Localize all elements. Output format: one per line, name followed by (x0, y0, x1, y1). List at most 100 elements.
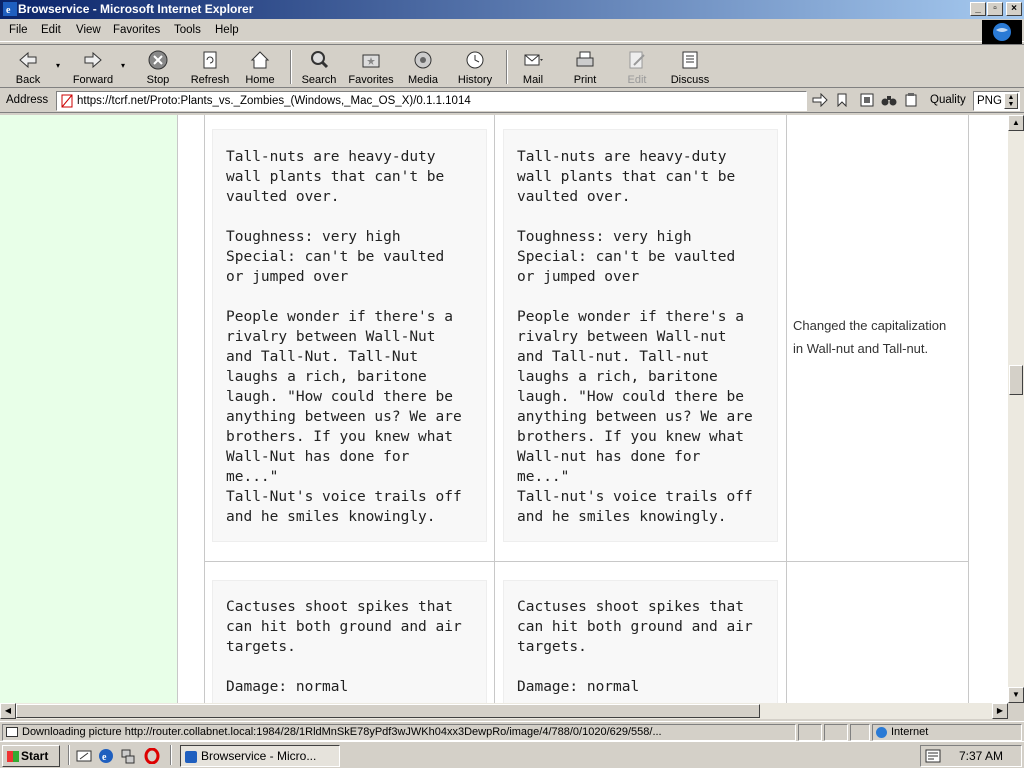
go-arrow-icon[interactable] (812, 92, 828, 110)
menu-tools[interactable]: Tools (174, 24, 201, 36)
windows-flag-icon (7, 751, 19, 763)
svg-text:e: e (6, 5, 11, 16)
vertical-scrollbar[interactable]: ▲ ▼ (1008, 115, 1024, 703)
edit-button[interactable]: Edit (618, 47, 656, 87)
toolbar-separator (506, 50, 508, 84)
address-url: https://tcrf.net/Proto:Plants_vs._Zombie… (77, 95, 471, 107)
discuss-icon (682, 51, 698, 69)
quality-spinner[interactable]: ▲ ▼ (1004, 93, 1018, 109)
back-arrow-icon (19, 51, 37, 69)
history-icon (466, 51, 484, 69)
horizontal-scroll-thumb[interactable] (16, 704, 760, 718)
forward-arrow-icon (84, 51, 102, 69)
status-pane (850, 724, 870, 741)
start-button[interactable]: Start (2, 745, 60, 767)
new-plant-description: Tall-nuts are heavy-duty wall plants tha… (517, 149, 753, 525)
home-button[interactable]: Home (242, 47, 278, 87)
discuss-button[interactable]: Discuss (668, 47, 712, 87)
windows-logo (982, 20, 1022, 44)
vertical-scroll-thumb[interactable] (1009, 365, 1023, 395)
zone-text: Internet (891, 726, 929, 738)
refresh-icon (203, 51, 217, 69)
mail-button[interactable]: Mail (514, 47, 552, 87)
horizontal-scrollbar[interactable]: ◀ ▶ (0, 703, 1008, 719)
table-border (204, 561, 969, 562)
forward-dropdown-icon[interactable]: ▾ (121, 61, 125, 70)
system-tray: 7:37 AM (920, 745, 1022, 767)
toolbar-separator (290, 50, 292, 84)
table-border (204, 115, 205, 703)
globe-icon (876, 726, 887, 738)
status-pane (824, 724, 848, 741)
address-bar: Address https://tcrf.net/Proto:Plants_vs… (0, 89, 1024, 113)
quality-label: Quality (930, 94, 966, 106)
forward-button[interactable]: Forward (70, 47, 116, 87)
stop-button[interactable]: Stop (140, 47, 176, 87)
svg-text:e: e (102, 752, 107, 763)
download-icon (6, 727, 18, 738)
favorites-button[interactable]: Favorites (345, 47, 397, 87)
ie-icon: e (3, 2, 17, 16)
bookmark-icon[interactable] (836, 93, 848, 110)
status-pane (798, 724, 822, 741)
status-text: Downloading picture http://router.collab… (22, 726, 662, 738)
binoculars-icon[interactable] (881, 93, 897, 110)
clipboard-icon[interactable] (904, 93, 918, 110)
menu-file[interactable]: File (9, 24, 28, 36)
menu-view[interactable]: View (76, 24, 101, 36)
scroll-up-button[interactable]: ▲ (1008, 115, 1024, 131)
new-plant-description: Cactuses shoot spikes that can hit both … (517, 599, 753, 695)
address-label: Address (6, 94, 49, 106)
print-button[interactable]: Print (566, 47, 604, 87)
menu-bar: File Edit View Favorites Tools Help (0, 20, 1024, 42)
old-plant-description: Tall-nuts are heavy-duty wall plants tha… (226, 149, 462, 525)
taskbar-separator (170, 745, 172, 765)
page-icon (60, 94, 74, 110)
search-button[interactable]: Search (298, 47, 340, 87)
toolbar: Back ▾ Forward ▾ Stop Refresh Home Searc… (0, 44, 1024, 88)
edit-icon (629, 51, 645, 69)
search-icon (311, 51, 329, 69)
window-title: Browservice - Microsoft Internet Explore… (18, 2, 254, 16)
page-viewport: Tall-nuts are heavy-duty wall plants tha… (0, 115, 1008, 703)
mail-icon (524, 54, 543, 66)
network-icon[interactable] (120, 748, 136, 767)
opera-icon[interactable] (144, 747, 160, 767)
refresh-button[interactable]: Refresh (188, 47, 232, 87)
view-icon[interactable] (860, 93, 874, 110)
taskbar: Start e Browservice - Micro... 7:37 AM (0, 741, 1024, 768)
media-button[interactable]: Media (403, 47, 443, 87)
stop-icon (148, 50, 168, 70)
clock: 7:37 AM (959, 749, 1004, 763)
ie-quicklaunch-icon[interactable]: e (98, 748, 114, 767)
quality-select[interactable]: PNG ▲ ▼ (973, 91, 1020, 111)
status-bar: Downloading picture http://router.collab… (0, 721, 1024, 741)
left-sidebar-area (0, 115, 178, 703)
taskbar-separator (68, 745, 70, 765)
show-desktop-icon[interactable] (76, 748, 92, 767)
scroll-left-button[interactable]: ◀ (0, 703, 16, 719)
maximize-button[interactable]: ▫ (987, 2, 1003, 16)
taskbar-browser-task[interactable]: Browservice - Micro... (180, 745, 340, 767)
favorites-folder-icon (362, 54, 380, 68)
tray-icon[interactable] (925, 749, 941, 766)
scroll-right-button[interactable]: ▶ (992, 703, 1008, 719)
back-button[interactable]: Back (8, 47, 48, 87)
back-dropdown-icon[interactable]: ▾ (56, 61, 60, 70)
close-button[interactable]: × (1006, 2, 1022, 16)
title-bar: e Browservice - Microsoft Internet Explo… (0, 0, 1024, 19)
menu-favorites[interactable]: Favorites (113, 24, 160, 36)
address-input[interactable]: https://tcrf.net/Proto:Plants_vs._Zombie… (56, 91, 807, 111)
scroll-down-button[interactable]: ▼ (1008, 687, 1024, 703)
minimize-button[interactable]: _ (970, 2, 986, 16)
change-note: Changed the capitalization in Wall-nut a… (793, 318, 947, 356)
menu-edit[interactable]: Edit (41, 24, 61, 36)
media-icon (414, 51, 432, 69)
table-border (786, 115, 787, 703)
ie-icon (185, 750, 197, 763)
status-text-pane: Downloading picture http://router.collab… (2, 724, 796, 741)
security-zone-pane: Internet (872, 724, 1022, 741)
menu-help[interactable]: Help (215, 24, 239, 36)
history-button[interactable]: History (452, 47, 498, 87)
home-icon (250, 51, 270, 69)
